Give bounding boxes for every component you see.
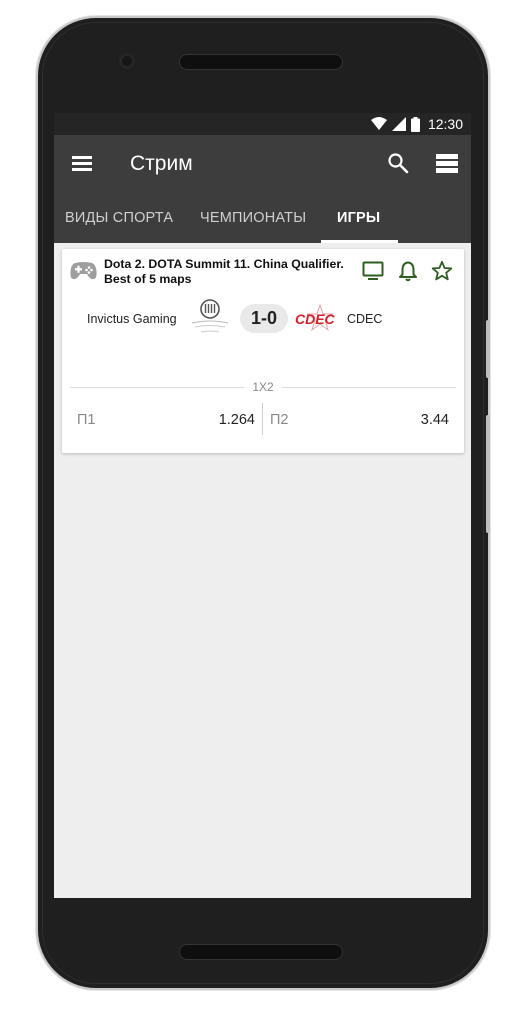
- gamepad-icon: [70, 262, 97, 280]
- odd-value-p2[interactable]: 3.44: [421, 412, 449, 428]
- power-button: [486, 415, 490, 533]
- status-time: 12:30: [427, 116, 463, 132]
- page-title: Стрим: [130, 152, 193, 175]
- tv-icon[interactable]: [362, 260, 384, 282]
- event-title: Dota 2. DOTA Summit 11. China Qualifier.…: [104, 257, 344, 286]
- svg-text:CDEC: CDEC: [295, 311, 336, 327]
- bell-icon[interactable]: [397, 260, 419, 282]
- team2-name: CDEC: [347, 312, 383, 326]
- match-score: 1-0: [240, 304, 288, 333]
- team2-logo: CDEC: [295, 303, 336, 332]
- tab-sports[interactable]: ВИДЫ СПОРТА: [65, 210, 173, 226]
- odds-separator: [262, 403, 263, 435]
- star-icon[interactable]: [431, 260, 453, 282]
- battery-icon: [410, 116, 420, 132]
- volume-button: [486, 320, 490, 378]
- signal-icon: [391, 117, 406, 131]
- status-bar: 12:30: [54, 113, 471, 135]
- wifi-icon: [370, 117, 387, 130]
- front-camera: [119, 53, 135, 69]
- active-tab-indicator: [321, 240, 398, 243]
- status-icons: 12:30: [370, 116, 463, 132]
- top-speaker: [179, 54, 343, 70]
- hamburger-menu-icon[interactable]: [72, 152, 94, 174]
- search-icon[interactable]: [386, 151, 410, 175]
- odd-value-p1[interactable]: 1.264: [219, 412, 255, 428]
- list-view-icon[interactable]: [436, 152, 458, 174]
- divider: [282, 387, 456, 388]
- tab-bar: ВИДЫ СПОРТА ЧЕМПИОНАТЫ ИГРЫ: [54, 205, 471, 243]
- tab-championships[interactable]: ЧЕМПИОНАТЫ: [200, 210, 306, 226]
- team1-name: Invictus Gaming: [87, 312, 177, 326]
- tab-games[interactable]: ИГРЫ: [337, 210, 380, 226]
- match-card[interactable]: Dota 2. DOTA Summit 11. China Qualifier.…: [62, 249, 464, 453]
- app-bar: Стрим ВИДЫ СПОРТА ЧЕМПИОНАТЫ ИГРЫ: [54, 135, 471, 243]
- odd-label-p2[interactable]: П2: [270, 412, 289, 428]
- bottom-speaker: [179, 944, 343, 960]
- odd-label-p1[interactable]: П1: [77, 412, 96, 428]
- screen: 12:30 Стрим ВИДЫ СПОРТА ЧЕМПИОНАТЫ ИГРЫ: [54, 113, 471, 898]
- team1-logo: [191, 299, 229, 333]
